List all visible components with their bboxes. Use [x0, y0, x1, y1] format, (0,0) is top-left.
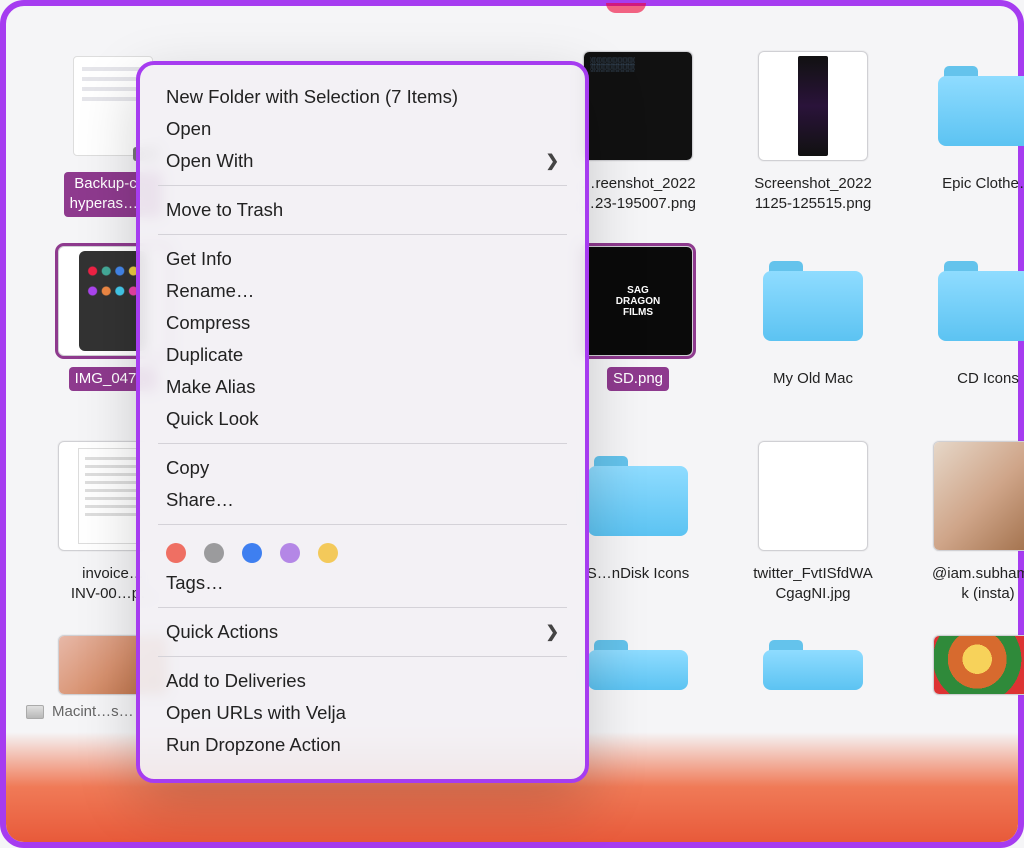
menu-compress[interactable]: Compress — [140, 307, 585, 339]
file-item[interactable]: twitter_FvtISfdWA CgagNI.jpg — [728, 436, 898, 631]
image-thumb — [933, 635, 1024, 695]
disk-icon — [26, 705, 44, 719]
menu-separator — [158, 234, 567, 235]
file-label: twitter_FvtISfdWA CgagNI.jpg — [747, 562, 878, 607]
menu-tag-colors — [140, 533, 585, 567]
menu-separator — [158, 607, 567, 608]
menu-move-to-trash[interactable]: Move to Trash — [140, 194, 585, 226]
folder-icon — [938, 66, 1024, 146]
file-label: Screenshot_2022 1125-125515.png — [748, 172, 878, 217]
menu-separator — [158, 443, 567, 444]
file-label: Epic Clothe… — [936, 172, 1024, 196]
menu-rename[interactable]: Rename… — [140, 275, 585, 307]
folder-icon — [763, 640, 863, 690]
menu-separator — [158, 656, 567, 657]
menu-duplicate[interactable]: Duplicate — [140, 339, 585, 371]
menu-open[interactable]: Open — [140, 113, 585, 145]
chevron-right-icon: ❯ — [546, 151, 559, 171]
folder-item[interactable]: CD Icons — [903, 241, 1024, 436]
menu-quick-look[interactable]: Quick Look — [140, 403, 585, 435]
menu-add-to-deliveries[interactable]: Add to Deliveries — [140, 665, 585, 697]
folder-item[interactable]: Epic Clothe… — [903, 46, 1024, 241]
window-accent — [606, 3, 646, 13]
menu-separator — [158, 524, 567, 525]
file-label: S…nDisk Icons — [581, 562, 696, 586]
file-label: My Old Mac — [767, 367, 859, 391]
folder-icon — [588, 456, 688, 536]
path-bar[interactable]: Macint…s… — [26, 703, 134, 720]
folder-icon — [938, 261, 1024, 341]
folder-icon — [588, 640, 688, 690]
tag-red[interactable] — [166, 543, 186, 563]
file-item[interactable]: @iam.subham… k (insta) — [903, 436, 1024, 631]
file-label: @iam.subham… k (insta) — [926, 562, 1024, 607]
disk-label: Macint…s… — [52, 703, 134, 720]
image-thumb — [758, 441, 868, 551]
image-thumb: ░░░░░░░░░░░░░░░░░░ — [583, 51, 693, 161]
menu-open-urls-velja[interactable]: Open URLs with Velja — [140, 697, 585, 729]
menu-run-dropzone[interactable]: Run Dropzone Action — [140, 729, 585, 761]
tag-blue[interactable] — [242, 543, 262, 563]
menu-new-folder-with-selection[interactable]: New Folder with Selection (7 Items) — [140, 81, 585, 113]
image-thumb — [758, 51, 868, 161]
tag-gray[interactable] — [204, 543, 224, 563]
menu-separator — [158, 185, 567, 186]
image-thumb — [933, 441, 1024, 551]
menu-quick-actions[interactable]: Quick Actions❯ — [140, 616, 585, 648]
file-label: …reenshot_2022 …23-195007.png — [574, 172, 702, 217]
tag-yellow[interactable] — [318, 543, 338, 563]
chevron-right-icon: ❯ — [546, 622, 559, 642]
folder-item[interactable]: My Old Mac — [728, 241, 898, 436]
menu-tags[interactable]: Tags… — [140, 567, 585, 599]
menu-get-info[interactable]: Get Info — [140, 243, 585, 275]
image-thumb: SAGDRAGONFILMS — [583, 246, 693, 356]
folder-icon — [763, 261, 863, 341]
menu-make-alias[interactable]: Make Alias — [140, 371, 585, 403]
menu-open-with[interactable]: Open With❯ — [140, 145, 585, 177]
tag-purple[interactable] — [280, 543, 300, 563]
menu-copy[interactable]: Copy — [140, 452, 585, 484]
file-item[interactable]: Screenshot_2022 1125-125515.png — [728, 46, 898, 241]
file-label: CD Icons — [951, 367, 1024, 391]
context-menu: New Folder with Selection (7 Items) Open… — [136, 61, 589, 783]
file-label: SD.png — [607, 367, 669, 391]
menu-share[interactable]: Share… — [140, 484, 585, 516]
